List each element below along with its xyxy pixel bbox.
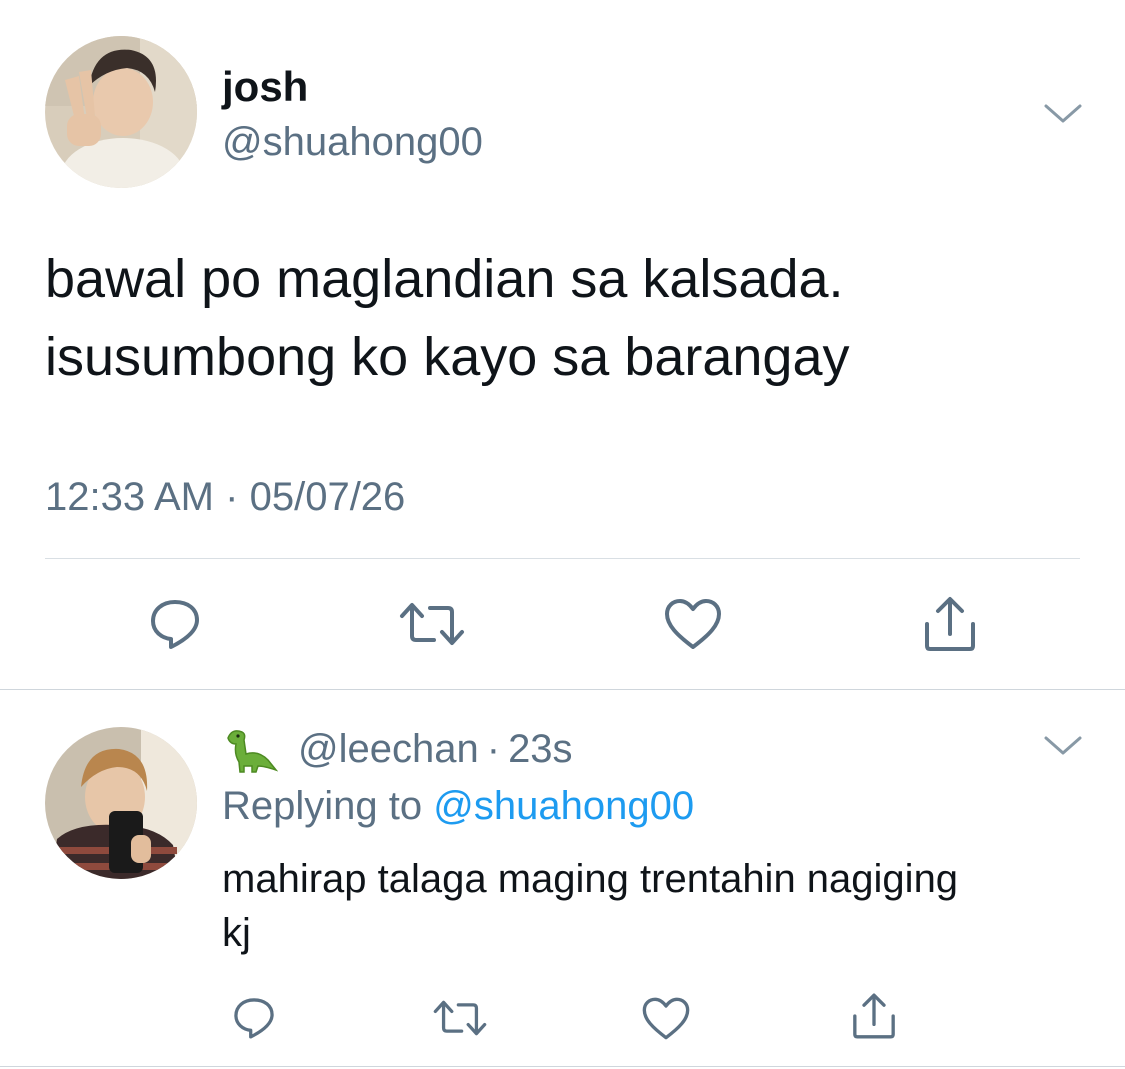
share-icon bbox=[853, 993, 895, 1039]
author-avatar[interactable] bbox=[45, 36, 197, 188]
reply-share-button[interactable] bbox=[846, 988, 902, 1044]
replying-to-mention[interactable]: @shuahong00 bbox=[433, 784, 694, 828]
meta-separator: · bbox=[486, 726, 501, 771]
retweet-icon bbox=[433, 1000, 487, 1036]
profile-photo-icon bbox=[45, 727, 197, 879]
share-icon bbox=[925, 597, 975, 651]
tweet-date: 05/07/26 bbox=[249, 475, 406, 519]
like-button[interactable] bbox=[658, 592, 728, 656]
tweet-text-line: bawal po maglandian sa kalsada. bbox=[45, 249, 844, 309]
replying-to-label: Replying to bbox=[222, 784, 423, 828]
reply-icon bbox=[234, 998, 274, 1039]
author-display-name[interactable]: josh bbox=[222, 62, 308, 112]
like-icon bbox=[642, 997, 690, 1039]
dinosaur-emoji-icon bbox=[227, 730, 278, 773]
divider bbox=[0, 1066, 1125, 1067]
reply-header: @leechan · 23s bbox=[222, 722, 573, 776]
tweet-text-line: isusumbong ko kayo sa barangay bbox=[45, 327, 850, 387]
profile-photo-icon bbox=[45, 36, 197, 188]
reply-reply-button[interactable] bbox=[226, 990, 282, 1046]
reply-text-line: kj bbox=[222, 911, 251, 955]
retweet-icon bbox=[400, 603, 464, 645]
retweet-button[interactable] bbox=[395, 592, 469, 656]
reply-author-avatar[interactable] bbox=[45, 727, 197, 879]
chevron-down-icon[interactable] bbox=[1043, 734, 1083, 758]
share-button[interactable] bbox=[915, 592, 985, 656]
chevron-down-icon[interactable] bbox=[1043, 102, 1083, 126]
reply-text: mahirap talaga maging trentahin nagiging… bbox=[222, 852, 1092, 960]
author-handle[interactable]: @shuahong00 bbox=[222, 118, 483, 166]
reply-text-line: mahirap talaga maging trentahin nagiging bbox=[222, 857, 959, 901]
replying-to: Replying to @shuahong00 bbox=[222, 782, 694, 830]
divider bbox=[45, 558, 1080, 559]
reply-age[interactable]: 23s bbox=[508, 727, 573, 772]
tweet-time: 12:33 AM bbox=[45, 475, 215, 519]
meta-separator: · bbox=[225, 475, 239, 519]
tweet-timestamp[interactable]: 12:33 AM · 05/07/26 bbox=[45, 472, 405, 522]
reply-like-button[interactable] bbox=[638, 990, 694, 1046]
reply-button[interactable] bbox=[140, 592, 210, 656]
divider bbox=[0, 689, 1125, 690]
reply-author-handle[interactable]: @leechan bbox=[298, 727, 479, 772]
reply-icon bbox=[151, 600, 199, 649]
reply-retweet-button[interactable] bbox=[430, 990, 490, 1046]
tweet-text: bawal po maglandian sa kalsada. isusumbo… bbox=[45, 240, 1085, 396]
like-icon bbox=[665, 599, 721, 649]
